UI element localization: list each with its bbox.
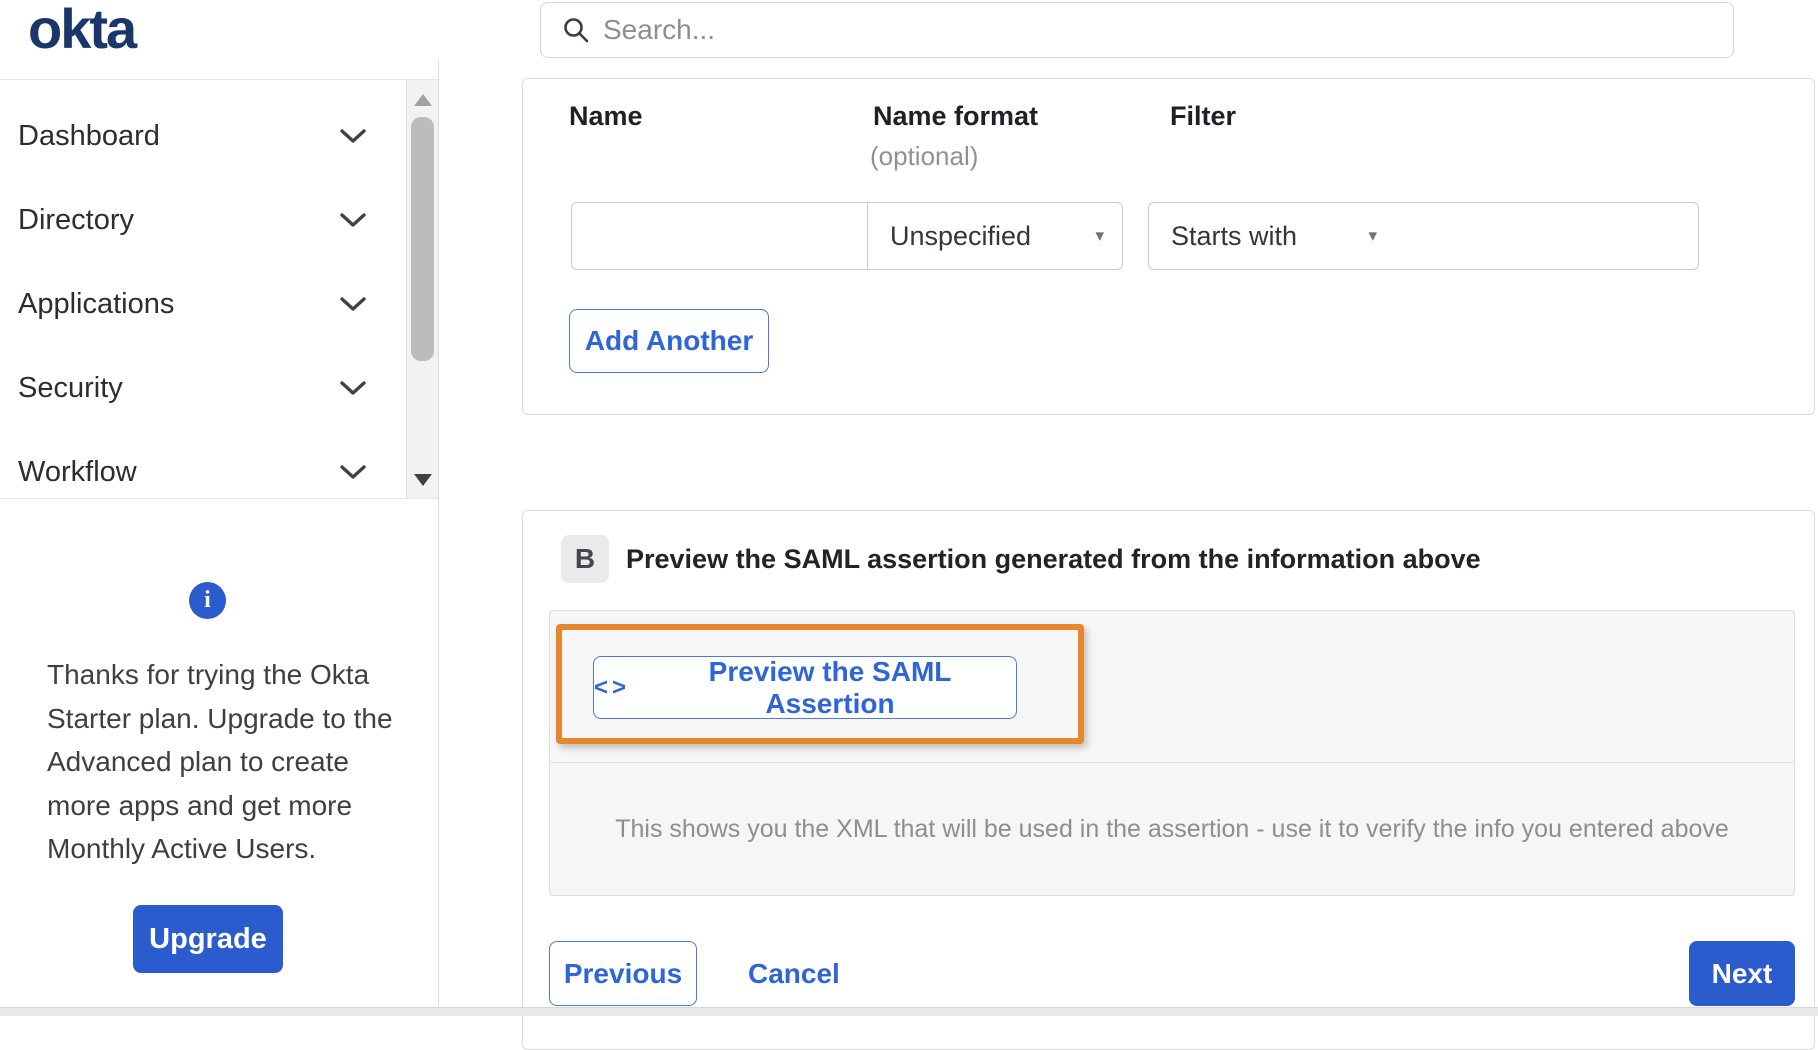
global-search-bar[interactable]: [540, 2, 1734, 58]
sidebar-item-applications[interactable]: Applications: [0, 262, 438, 346]
sidebar-item-label: Workflow: [18, 455, 137, 488]
preview-saml-assertion-button[interactable]: <> Preview the SAML Assertion: [593, 656, 1017, 719]
name-format-column-label: Name format: [873, 101, 1039, 131]
scrollbar-thumb[interactable]: [411, 117, 434, 361]
scroll-up-arrow-icon[interactable]: [414, 94, 432, 106]
attribute-name-input[interactable]: [571, 202, 868, 270]
code-icon: <>: [594, 673, 631, 701]
okta-logo: okta: [28, 0, 137, 60]
name-format-optional-label: (optional): [870, 141, 979, 171]
attribute-statements-card: Name Name format (optional) Filter Unspe…: [522, 78, 1815, 415]
sidebar-nav: Dashboard Directory Applications Securit…: [0, 79, 438, 499]
preview-saml-card: B Preview the SAML assertion generated f…: [522, 510, 1815, 1050]
info-icon: i: [189, 582, 226, 619]
sidebar-item-security[interactable]: Security: [0, 346, 438, 430]
preview-description: This shows you the XML that will be used…: [615, 815, 1729, 843]
filter-column-label: Filter: [1170, 101, 1237, 131]
sidebar-item-label: Directory: [18, 203, 135, 236]
chevron-down-icon: [340, 296, 366, 311]
sidebar-item-dashboard[interactable]: Dashboard: [0, 94, 438, 178]
search-input[interactable]: [603, 14, 1733, 46]
chevron-down-icon: [340, 380, 366, 395]
filter-operator-select[interactable]: Starts with ▾: [1148, 202, 1396, 270]
upsell-message: Thanks for trying the Okta Starter plan.…: [47, 659, 393, 864]
sidebar-item-workflow[interactable]: Workflow: [0, 430, 438, 514]
select-caret-icon: ▾: [1368, 226, 1377, 245]
horizontal-scrollbar[interactable]: [0, 1007, 1818, 1016]
preview-button-label: Preview the SAML Assertion: [708, 655, 952, 719]
previous-button[interactable]: Previous: [549, 941, 697, 1006]
sidebar-item-label: Applications: [18, 287, 175, 320]
cancel-link[interactable]: Cancel: [748, 941, 840, 1006]
preview-panel: This shows you the XML that will be used…: [549, 610, 1795, 896]
step-b-title: Preview the SAML assertion generated fro…: [626, 543, 1481, 574]
name-format-select[interactable]: Unspecified ▾: [867, 202, 1123, 270]
chevron-down-icon: [340, 212, 366, 227]
step-b-badge: B: [561, 535, 609, 583]
scroll-down-arrow-icon[interactable]: [414, 474, 432, 486]
next-button[interactable]: Next: [1689, 941, 1795, 1006]
upgrade-button[interactable]: Upgrade: [133, 905, 283, 973]
filter-value-input[interactable]: [1395, 202, 1699, 270]
name-column-label: Name: [569, 101, 643, 131]
sidebar-scrollbar[interactable]: [406, 80, 438, 498]
chevron-down-icon: [340, 464, 366, 479]
add-another-button[interactable]: Add Another: [569, 309, 769, 373]
left-panel: Dashboard Directory Applications Securit…: [0, 60, 439, 1016]
sidebar-item-label: Security: [18, 371, 123, 404]
chevron-down-icon: [340, 128, 366, 143]
sidebar-item-label: Dashboard: [18, 119, 160, 152]
search-icon: [564, 18, 589, 43]
select-caret-icon: ▾: [1095, 226, 1104, 245]
sidebar-item-directory[interactable]: Directory: [0, 178, 438, 262]
filter-operator-selected-value: Starts with: [1171, 220, 1298, 251]
name-format-selected-value: Unspecified: [890, 220, 1032, 251]
